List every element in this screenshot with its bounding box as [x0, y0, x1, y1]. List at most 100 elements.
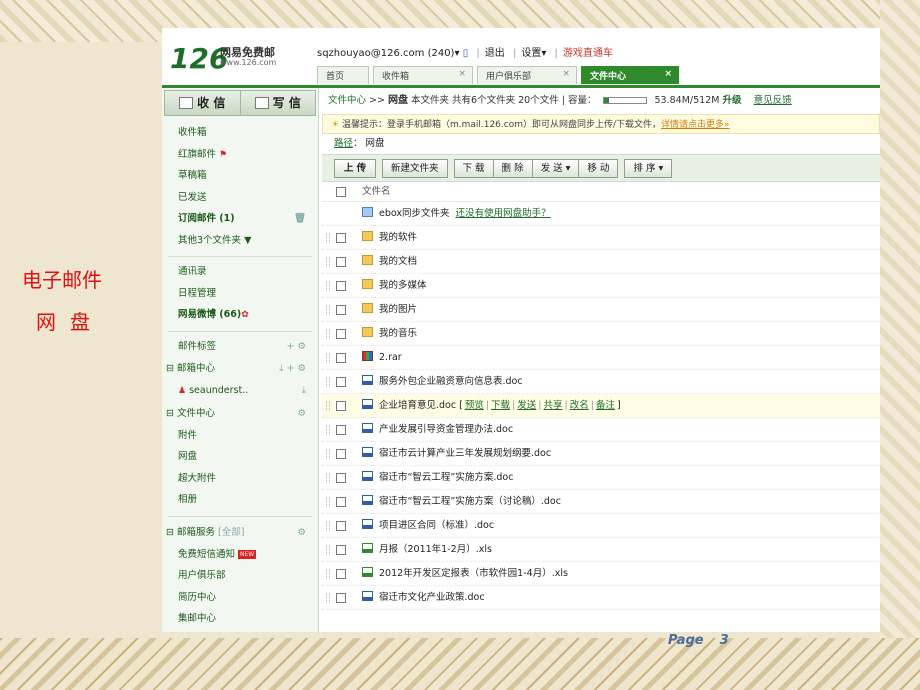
- list-item-file[interactable]: 宿迁市“智云工程”实施方案.doc: [322, 466, 880, 490]
- drag-handle[interactable]: [326, 425, 330, 435]
- sidebar-item-club[interactable]: 用户俱乐部: [162, 565, 318, 587]
- file-name[interactable]: 我的音乐: [379, 328, 417, 339]
- drag-handle[interactable]: [326, 257, 330, 267]
- account-menu[interactable]: sqzhouyao@126.com (240): [317, 48, 454, 59]
- assistant-link[interactable]: 还没有使用网盘助手？: [456, 208, 551, 219]
- row-action-link[interactable]: 发送: [517, 400, 536, 411]
- list-item-file[interactable]: 宿迁市文化产业政策.doc: [322, 586, 880, 610]
- row-checkbox[interactable]: [336, 425, 346, 435]
- receive-button[interactable]: 收 信: [165, 91, 241, 115]
- row-checkbox[interactable]: [336, 353, 346, 363]
- file-name[interactable]: 产业发展引导资金管理办法.doc: [379, 424, 513, 435]
- list-item-file[interactable]: 宿迁市“智云工程”实施方案（讨论稿）.doc: [322, 490, 880, 514]
- game-link[interactable]: 游戏直通车: [563, 48, 613, 59]
- list-item-file[interactable]: 项目进区合同（标准）.doc: [322, 514, 880, 538]
- list-item-folder[interactable]: 我的音乐: [322, 322, 880, 346]
- sidebar-item-account[interactable]: ♟ seaunderst.. ⤓: [162, 380, 318, 402]
- file-name[interactable]: 宿迁市“智云工程”实施方案.doc: [379, 472, 513, 483]
- sidebar-item-album[interactable]: 相册: [162, 489, 318, 511]
- list-item-file[interactable]: 月报（2011年1-2月）.xls: [322, 538, 880, 562]
- drag-handle[interactable]: [326, 449, 330, 459]
- row-action-link[interactable]: 共享: [543, 400, 562, 411]
- crumb-file-center[interactable]: 文件中心: [328, 95, 366, 106]
- row-checkbox[interactable]: [336, 593, 346, 603]
- new-folder-button[interactable]: 新建文件夹: [382, 159, 448, 178]
- row-checkbox[interactable]: [336, 545, 346, 555]
- sidebar-item-sent[interactable]: 已发送: [162, 187, 318, 209]
- file-name[interactable]: 我的文档: [379, 256, 417, 267]
- file-name[interactable]: 企业培育意见.doc: [379, 400, 456, 411]
- delete-button[interactable]: 删 除: [492, 159, 532, 178]
- list-item-folder[interactable]: 我的图片: [322, 298, 880, 322]
- row-checkbox[interactable]: [336, 449, 346, 459]
- file-name[interactable]: 服务外包企业融资意向信息表.doc: [379, 376, 523, 387]
- send-button[interactable]: 发 送 ▾: [531, 159, 579, 178]
- select-all-checkbox[interactable]: [336, 187, 346, 197]
- list-item-file[interactable]: 2.rar: [322, 346, 880, 370]
- row-action-link[interactable]: 预览: [465, 400, 484, 411]
- sidebar-item-flagged[interactable]: 红旗邮件 ⚑: [162, 144, 318, 166]
- file-name[interactable]: 月报（2011年1-2月）.xls: [379, 544, 492, 555]
- row-checkbox[interactable]: [336, 305, 346, 315]
- row-checkbox[interactable]: [336, 497, 346, 507]
- drag-handle[interactable]: [326, 305, 330, 315]
- chevron-down-icon[interactable]: ▾: [454, 48, 459, 59]
- download-button[interactable]: 下 载: [453, 159, 493, 178]
- close-icon[interactable]: ×: [458, 69, 466, 79]
- drag-handle[interactable]: [326, 377, 330, 387]
- file-name[interactable]: 我的多媒体: [379, 280, 427, 291]
- sidebar-item-calendar[interactable]: 日程管理: [162, 283, 318, 305]
- drag-handle[interactable]: [326, 401, 330, 411]
- row-checkbox[interactable]: [336, 233, 346, 243]
- sidebar-item-netdisk[interactable]: 网盘: [162, 446, 318, 468]
- file-name[interactable]: 宿迁市“智云工程”实施方案（讨论稿）.doc: [379, 496, 561, 507]
- close-icon[interactable]: ×: [562, 69, 570, 79]
- sidebar-item-contacts[interactable]: 通讯录: [162, 261, 318, 283]
- settings-icon[interactable]: ⚙: [297, 402, 306, 425]
- tab-home[interactable]: 首页: [317, 66, 369, 84]
- row-action-link[interactable]: 改名: [570, 400, 589, 411]
- settings-icon[interactable]: ⚙: [297, 521, 306, 544]
- sidebar-item-subscriptions[interactable]: 订阅邮件 (1) 🗑: [162, 208, 318, 230]
- file-name[interactable]: 2.rar: [379, 352, 402, 363]
- drag-handle[interactable]: [326, 545, 330, 555]
- add-settings-icon[interactable]: + ⚙: [287, 336, 307, 358]
- sidebar-item-attachments[interactable]: 附件: [162, 425, 318, 447]
- path-label[interactable]: 路径: [334, 138, 353, 149]
- row-checkbox[interactable]: [336, 329, 346, 339]
- sidebar-item-other-folders[interactable]: 其他3个文件夹 ▼: [162, 230, 318, 252]
- phone-icon[interactable]: ▯: [463, 48, 469, 59]
- upload-button[interactable]: 上 传: [334, 159, 376, 178]
- row-checkbox[interactable]: [336, 281, 346, 291]
- show-all-link[interactable]: [全部]: [218, 527, 244, 538]
- sidebar-item-drafts[interactable]: 草稿箱: [162, 165, 318, 187]
- sort-button[interactable]: 排 序 ▾: [624, 159, 673, 178]
- list-item-folder[interactable]: 我的文档: [322, 250, 880, 274]
- sidebar-item-mail-tags[interactable]: 邮件标签 + ⚙: [162, 336, 318, 358]
- sidebar-item-large-attachments[interactable]: 超大附件: [162, 468, 318, 490]
- row-action-link[interactable]: 下载: [491, 400, 510, 411]
- row-checkbox[interactable]: [336, 257, 346, 267]
- column-filename[interactable]: 文件名: [362, 186, 391, 197]
- sidebar-section-mail-center[interactable]: ⊟ 邮箱中心 ⤓ + ⚙: [162, 357, 318, 380]
- sidebar-item-stamps[interactable]: 集邮中心: [162, 608, 318, 630]
- list-item-file[interactable]: 企业培育意见.doc [预览 | 下载 | 发送 | 共享 | 改名 | 备注]: [322, 394, 880, 418]
- sidebar-item-resume[interactable]: 简历中心: [162, 587, 318, 609]
- tab-inbox[interactable]: 收件箱 ×: [373, 66, 473, 84]
- move-button[interactable]: 移 动: [578, 159, 619, 178]
- file-name[interactable]: 2012年开发区定报表（市软件园1-4月）.xls: [379, 568, 568, 579]
- row-checkbox[interactable]: [336, 569, 346, 579]
- sidebar-item-inbox[interactable]: 收件箱: [162, 122, 318, 144]
- download-add-settings-icon[interactable]: ⤓ + ⚙: [279, 357, 306, 380]
- write-button[interactable]: 写 信: [241, 91, 316, 115]
- file-name[interactable]: 宿迁市云计算产业三年发展规划纲要.doc: [379, 448, 551, 459]
- row-checkbox[interactable]: [336, 401, 346, 411]
- drag-handle[interactable]: [326, 569, 330, 579]
- drag-handle[interactable]: [326, 281, 330, 291]
- drag-handle[interactable]: [326, 521, 330, 531]
- drag-handle[interactable]: [326, 593, 330, 603]
- list-item-file[interactable]: 2012年开发区定报表（市软件园1-4月）.xls: [322, 562, 880, 586]
- tab-file-center[interactable]: 文件中心 ×: [581, 66, 679, 84]
- list-item-file[interactable]: 宿迁市云计算产业三年发展规划纲要.doc: [322, 442, 880, 466]
- drag-handle[interactable]: [326, 497, 330, 507]
